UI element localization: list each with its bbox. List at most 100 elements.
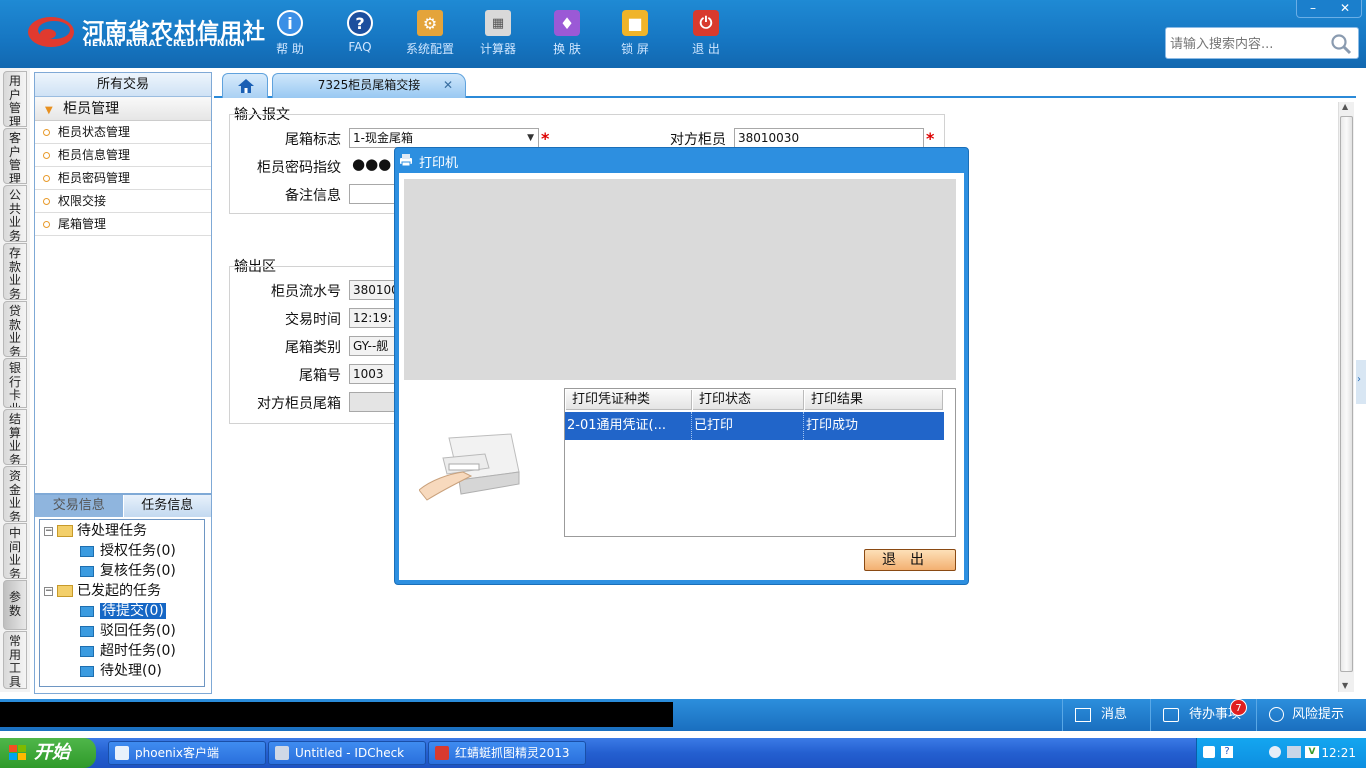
taskbar-item-idcheck[interactable]: Untitled - IDCheck (268, 741, 426, 765)
dialog-title: 打印机 (419, 156, 459, 171)
skin-button[interactable]: ♦ 换 肤 (535, 8, 599, 64)
taskbar-item-screenshot-tool[interactable]: 红蜻蜓抓图精灵2013 (428, 741, 586, 765)
minimize-button[interactable]: – (1297, 0, 1329, 17)
todo-count-badge: 7 (1230, 699, 1247, 716)
vtab-bank-card[interactable]: 银行卡业务 (3, 358, 27, 408)
idcheck-app-icon (275, 746, 289, 760)
messages-button[interactable]: 消息 (1062, 699, 1150, 731)
envelope-icon (1075, 707, 1091, 722)
calculator-button[interactable]: ▦ 计算器 (466, 8, 530, 64)
required-mark: * (541, 129, 550, 148)
menu-item-teller-status[interactable]: 柜员状态管理 (35, 121, 211, 144)
password-input[interactable]: ●●● (349, 155, 399, 175)
keyboard-icon[interactable] (1203, 746, 1215, 758)
serial-label: 柜员流水号 (271, 284, 341, 300)
vtab-loan[interactable]: 贷款业务 (3, 301, 27, 357)
bullet-icon (43, 198, 50, 205)
vtab-tools[interactable]: 常用工具 (3, 631, 27, 689)
tab-task-info[interactable]: 任务信息 (122, 495, 211, 517)
tree-node-review[interactable]: 复核任务(0) (80, 562, 176, 580)
power-icon: ⏻ (693, 10, 719, 36)
peer-box-field (349, 392, 399, 412)
tab-transaction-info[interactable]: 交易信息 (35, 495, 123, 517)
bullet-icon (43, 152, 50, 159)
dialog-exit-button[interactable]: 退出 (864, 549, 956, 571)
time-label: 交易时间 (285, 312, 341, 328)
status-message-area (0, 702, 673, 727)
tree-node-todo[interactable]: 待处理(0) (80, 662, 162, 680)
side-collapse-handle[interactable]: › (1356, 360, 1366, 404)
vtab-deposit[interactable]: 存款业务 (3, 243, 27, 300)
vtab-customer-mgmt[interactable]: 客户管理 (3, 128, 27, 184)
tree-node-timeout[interactable]: 超时任务(0) (80, 642, 176, 660)
help-button[interactable]: i 帮 助 (258, 8, 322, 64)
tree-node-initiated[interactable]: − 已发起的任务 (44, 582, 161, 600)
tree-node-submitted[interactable]: 待提交(0) (80, 602, 166, 620)
start-button[interactable]: 开始 (0, 738, 96, 768)
risk-alert-button[interactable]: 风险提示 (1256, 699, 1366, 731)
settings-button[interactable]: ⚙ 系统配置 (398, 8, 462, 64)
faq-button[interactable]: ? FAQ (328, 8, 392, 64)
remark-label: 备注信息 (285, 188, 341, 204)
search-input[interactable] (1170, 34, 1328, 54)
chevron-right-icon: › (1357, 374, 1361, 385)
tree-node-pending[interactable]: − 待处理任务 (44, 522, 147, 540)
home-tab[interactable] (222, 73, 268, 98)
folder-blue-icon (80, 565, 94, 577)
close-tab-icon[interactable]: ✕ (443, 74, 453, 97)
printer-illustration-icon (419, 433, 520, 501)
printer-small-icon (400, 154, 412, 167)
menu-item-tailbox-mgmt[interactable]: 尾箱管理 (35, 213, 211, 236)
collapse-icon[interactable]: − (44, 526, 53, 536)
vtab-funds[interactable]: 资金业务 (3, 466, 27, 522)
print-status-table: 打印凭证种类 打印状态 打印结果 2-01通用凭证(... 已打印 打印成功 (564, 388, 956, 537)
folder-blue-icon (80, 625, 94, 637)
lock-icon: ■ (622, 10, 648, 36)
taskbar-item-phoenix[interactable]: phoenix客户端 (108, 741, 266, 765)
ime-icon[interactable]: V (1305, 746, 1319, 758)
category-field: GY--舰 (349, 336, 399, 356)
time-field: 12:19: (349, 308, 399, 328)
system-tray: ? V 12:21 (1196, 738, 1366, 768)
peer-box-label: 对方柜员尾箱 (257, 396, 341, 412)
exit-app-button[interactable]: ⏻ 退 出 (674, 8, 738, 64)
lock-button[interactable]: ■ 锁 屏 (603, 8, 667, 64)
collapse-icon[interactable]: − (44, 586, 53, 596)
peer-teller-label: 对方柜员 (670, 132, 726, 148)
scroll-thumb[interactable] (1340, 116, 1353, 672)
windows-logo-icon (9, 745, 26, 760)
table-row[interactable]: 2-01通用凭证(... 已打印 打印成功 (565, 412, 944, 440)
calculator-icon: ▦ (485, 10, 511, 36)
menu-item-teller-password[interactable]: 柜员密码管理 (35, 167, 211, 190)
scroll-up-icon[interactable]: ▲ (1342, 102, 1348, 111)
column-header-result: 打印结果 (805, 390, 943, 410)
checkbox-icon (1163, 707, 1179, 722)
close-window-button[interactable]: ✕ (1329, 0, 1361, 17)
vtab-user-mgmt[interactable]: 用户管理 (3, 71, 27, 127)
search-icon[interactable] (1330, 33, 1352, 55)
cell-result: 打印成功 (806, 418, 859, 433)
folder-icon (57, 585, 73, 597)
tree-node-rejected[interactable]: 驳回任务(0) (80, 622, 176, 640)
tree-node-auth[interactable]: 授权任务(0) (80, 542, 176, 560)
bullet-icon (43, 129, 50, 136)
vtab-intermediary[interactable]: 中间业务 (3, 523, 27, 579)
menu-group-teller[interactable]: ▼ 柜员管理 (35, 97, 211, 121)
vertical-scrollbar[interactable]: ▲ ▼ (1338, 102, 1354, 692)
vtab-settlement[interactable]: 结算业务 (3, 409, 27, 465)
required-mark: * (926, 129, 935, 148)
scroll-down-icon[interactable]: ▼ (1342, 681, 1348, 690)
tab-tailbox-handover[interactable]: 7325柜员尾箱交接 ✕ (272, 73, 466, 98)
menu-item-permission-handover[interactable]: 权限交接 (35, 190, 211, 213)
remark-input[interactable] (349, 184, 399, 204)
network-icon[interactable] (1269, 746, 1281, 758)
help-tray-icon[interactable]: ? (1221, 746, 1233, 758)
bullet-icon (43, 175, 50, 182)
vtab-public-business[interactable]: 公共业务 (3, 185, 27, 242)
vtab-parameters[interactable]: 参数 (3, 580, 27, 630)
box-flag-select[interactable]: 1-现金尾箱 ▼ (349, 128, 539, 148)
menu-item-teller-info[interactable]: 柜员信息管理 (35, 144, 211, 167)
display-icon[interactable] (1287, 746, 1301, 758)
help-icon: i (277, 10, 303, 36)
peer-teller-input[interactable]: 38010030 (734, 128, 924, 148)
